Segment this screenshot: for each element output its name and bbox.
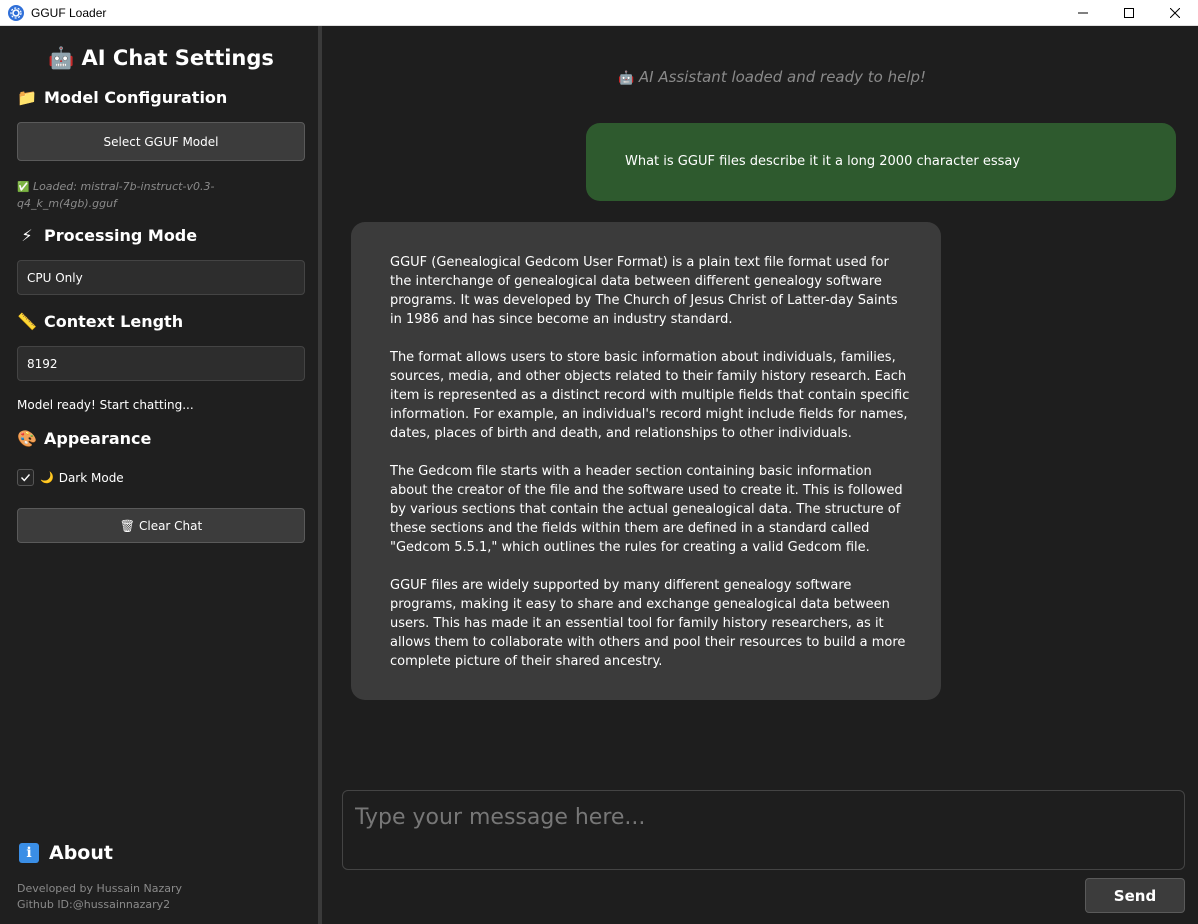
gear-icon — [8, 4, 24, 21]
context-length-label: Context Length — [44, 312, 184, 331]
window-controls — [1060, 0, 1198, 26]
maximize-button[interactable] — [1106, 0, 1152, 26]
appearance-title: 🎨 Appearance — [17, 429, 151, 448]
assistant-paragraph: The format allows users to store basic i… — [390, 350, 910, 441]
clear-chat-button[interactable]: 🗑 Clear Chat — [17, 508, 305, 543]
checkmark-icon — [20, 474, 31, 482]
trash-icon: 🗑 — [119, 518, 135, 533]
robot-icon: 🤖 — [617, 71, 635, 86]
check-icon: ✅ — [17, 182, 30, 193]
about-title: i About — [19, 842, 113, 864]
user-message-bubble: What is GGUF files describe it it a long… — [586, 123, 1176, 201]
context-length-input[interactable]: 8192 — [17, 346, 305, 381]
title-bar: GGUF Loader — [0, 0, 1198, 26]
sidebar-heading: 🤖 AI Chat Settings — [0, 46, 322, 71]
processing-mode-title: ⚡ Processing Mode — [17, 226, 197, 245]
dark-mode-checkbox[interactable] — [17, 469, 34, 486]
github-credit: Github ID:@hussainnazary2 — [17, 898, 171, 911]
info-icon: i — [19, 843, 39, 863]
message-input-container[interactable] — [342, 790, 1185, 870]
chat-panel: 🤖 AI Assistant loaded and ready to help!… — [326, 26, 1198, 924]
loaded-model-text: Loaded: mistral-7b-instruct-v0.3-q4_k_m(… — [17, 180, 215, 210]
settings-sidebar: 🤖 AI Chat Settings 📁 Model Configuration… — [0, 26, 322, 924]
sidebar-heading-text: AI Chat Settings — [81, 46, 274, 70]
robot-icon: 🤖 — [48, 46, 75, 70]
assistant-paragraph: The Gedcom file starts with a header sec… — [390, 464, 903, 555]
loaded-model-info: ✅ Loaded: mistral-7b-instruct-v0.3-q4_k_… — [17, 179, 227, 212]
assistant-message-bubble: GGUF (Genealogical Gedcom User Format) i… — [351, 222, 941, 700]
send-button[interactable]: Send — [1085, 878, 1185, 913]
about-label: About — [49, 842, 113, 864]
system-message-text: AI Assistant loaded and ready to help! — [638, 68, 927, 86]
model-config-title: 📁 Model Configuration — [17, 88, 227, 107]
dark-mode-label: Dark Mode — [58, 470, 124, 485]
ruler-icon: 📏 — [17, 312, 37, 331]
app-window: GGUF Loader 🤖 AI Chat Settings 📁 Model C… — [0, 0, 1198, 924]
model-status-text: Model ready! Start chatting... — [17, 398, 194, 412]
minimize-icon — [1078, 12, 1088, 14]
system-message: 🤖 AI Assistant loaded and ready to help! — [326, 68, 1198, 86]
message-input[interactable] — [355, 805, 1172, 830]
user-message-text: What is GGUF files describe it it a long… — [625, 154, 1021, 169]
lightning-icon: ⚡ — [21, 226, 33, 245]
context-length-title: 📏 Context Length — [17, 312, 183, 331]
close-button[interactable] — [1152, 0, 1198, 26]
assistant-paragraph: GGUF files are widely supported by many … — [390, 578, 906, 669]
palette-icon: 🎨 — [17, 429, 37, 448]
minimize-button[interactable] — [1060, 0, 1106, 26]
processing-mode-label: Processing Mode — [44, 226, 198, 245]
maximize-icon — [1124, 8, 1134, 18]
select-model-button[interactable]: Select GGUF Model — [17, 122, 305, 161]
processing-mode-select[interactable]: CPU Only — [17, 260, 305, 295]
dark-mode-toggle[interactable]: 🌙 Dark Mode — [17, 469, 124, 486]
window-title: GGUF Loader — [31, 5, 107, 20]
clear-chat-label: Clear Chat — [138, 518, 203, 533]
developer-credit: Developed by Hussain Nazary — [17, 882, 183, 895]
folder-icon: 📁 — [17, 88, 37, 107]
close-icon — [1170, 8, 1180, 18]
model-config-label: Model Configuration — [44, 88, 228, 107]
appearance-label: Appearance — [44, 429, 152, 448]
moon-icon: 🌙 — [40, 471, 54, 484]
assistant-paragraph: GGUF (Genealogical Gedcom User Format) i… — [390, 255, 898, 327]
